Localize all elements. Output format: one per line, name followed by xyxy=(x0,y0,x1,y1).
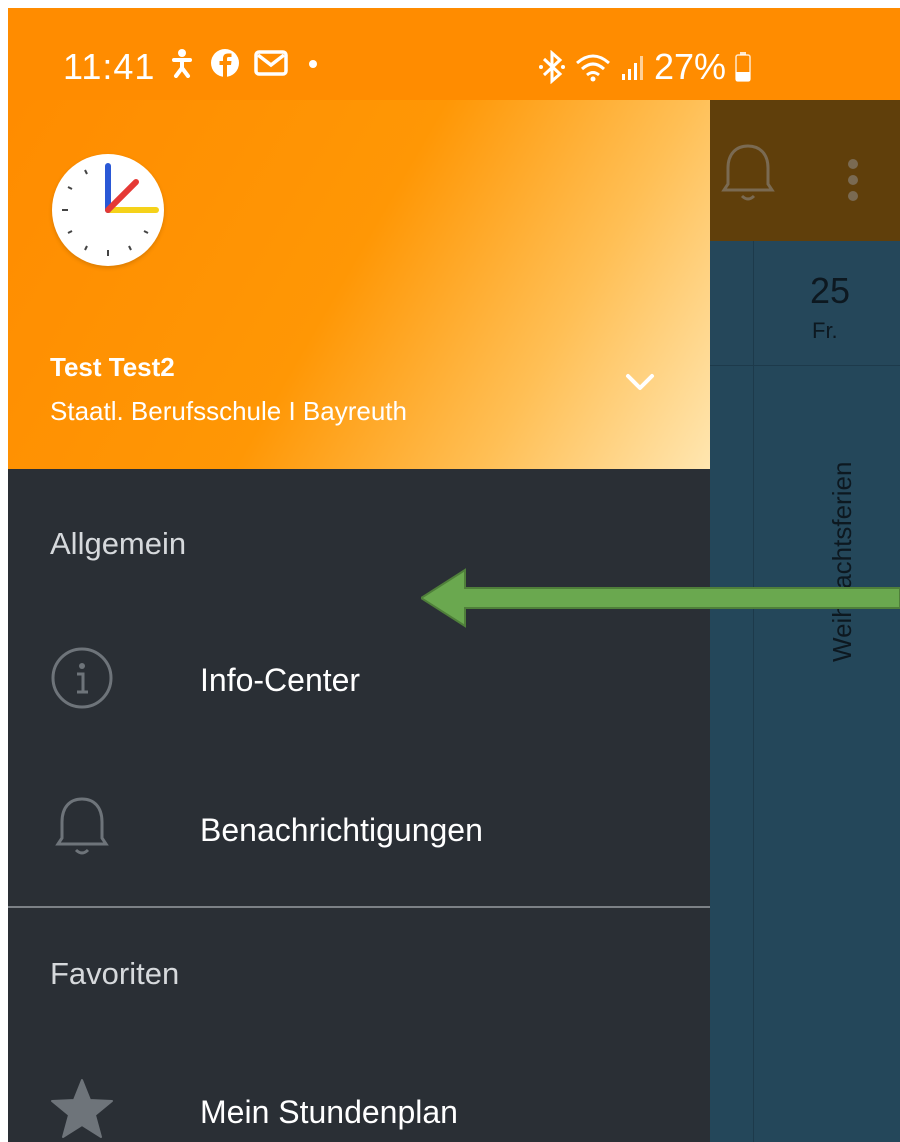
bluetooth-icon xyxy=(539,50,565,84)
clock-icon xyxy=(62,163,159,256)
drawer-header[interactable]: Test Test2 Staatl. Berufsschule I Bayreu… xyxy=(8,100,710,469)
system-icons: 27% xyxy=(538,46,752,88)
status-time: 11:41 xyxy=(63,46,156,87)
bell-icon xyxy=(55,797,109,855)
menu-item-info-center[interactable]: Info-Center xyxy=(8,632,710,732)
menu-item-notifications[interactable]: Benachrichtigungen xyxy=(8,782,710,882)
date-header xyxy=(710,241,900,366)
more-notifications-dot xyxy=(309,60,317,68)
notifications-bell-icon[interactable] xyxy=(718,140,778,206)
app-logo-clock xyxy=(52,154,164,266)
day-number: 25 xyxy=(810,270,851,311)
menu-item-label: Benachrichtigungen xyxy=(200,812,483,848)
notification-icons xyxy=(168,48,324,78)
overflow-menu-icon[interactable] xyxy=(846,158,860,202)
day-name: Fr. xyxy=(812,318,838,343)
menu-item-label: Info-Center xyxy=(200,662,361,698)
facebook-icon xyxy=(211,49,239,77)
status-bar: 11:41 27% xyxy=(8,8,900,100)
menu-item-my-timetable[interactable]: Mein Stundenplan xyxy=(8,1062,710,1142)
column-divider xyxy=(753,241,754,1142)
battery-icon xyxy=(735,52,751,82)
menu-item-label: Mein Stundenplan xyxy=(200,1094,458,1130)
battery-percentage: 27% xyxy=(654,46,727,87)
user-name: Test Test2 xyxy=(50,352,175,382)
signal-icon xyxy=(622,56,643,80)
section-divider xyxy=(8,906,710,908)
annotation-arrow-icon xyxy=(421,568,900,628)
wifi-icon xyxy=(576,54,610,82)
section-label-general: Allgemein xyxy=(50,526,187,561)
section-label-favorites: Favoriten xyxy=(50,956,180,991)
school-name: Staatl. Berufsschule I Bayreuth xyxy=(50,396,407,426)
chevron-down-icon[interactable] xyxy=(620,368,660,398)
phone-screen: 25 Fr. Weihnachtsferien 11:41 27% Test T… xyxy=(8,8,900,1142)
star-icon xyxy=(51,1079,113,1138)
accessibility-icon xyxy=(172,49,192,78)
background-toolbar xyxy=(710,100,900,241)
mail-icon xyxy=(254,50,288,76)
info-icon xyxy=(51,647,113,709)
holiday-event-label: Weihnachtsferien xyxy=(827,461,857,662)
